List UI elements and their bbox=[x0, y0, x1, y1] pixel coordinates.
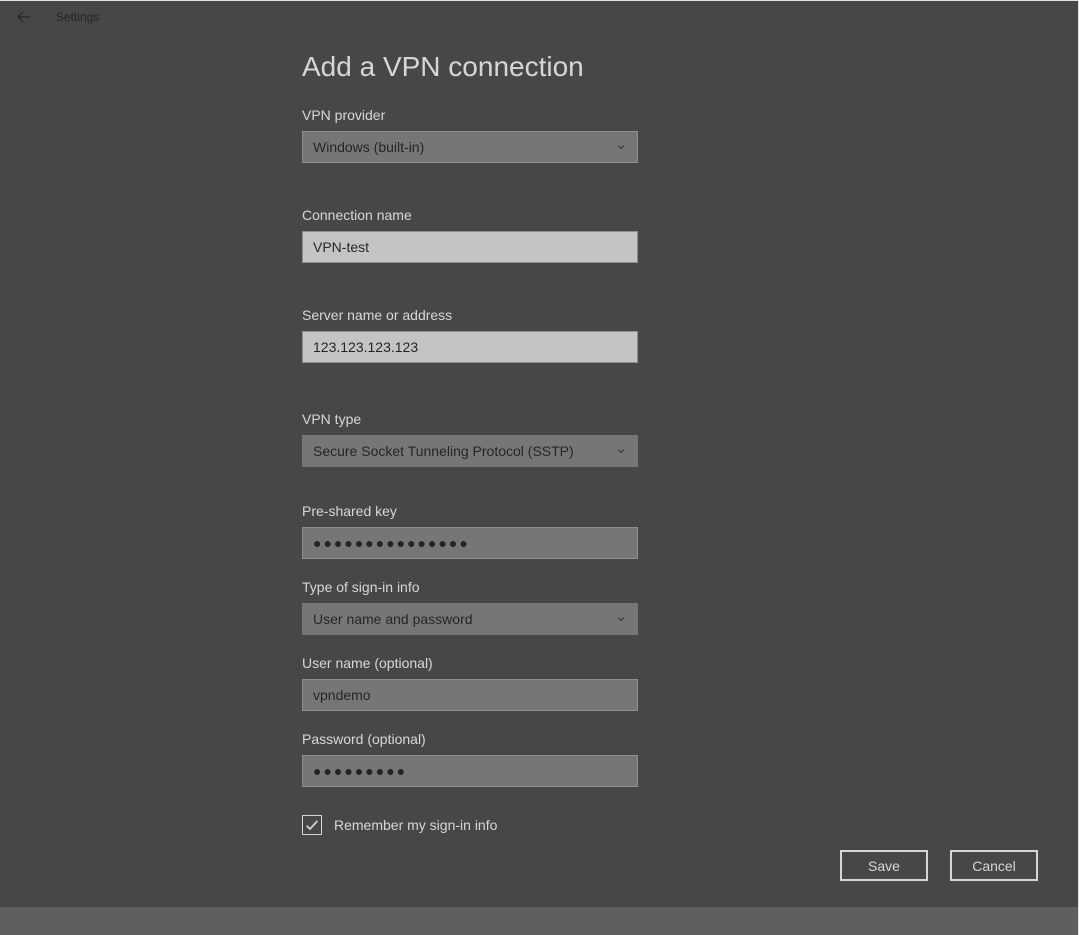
remember-signin-row: Remember my sign-in info bbox=[302, 815, 1038, 835]
field-signin-type: Type of sign-in info User name and passw… bbox=[302, 579, 1038, 635]
preshared-key-label: Pre-shared key bbox=[302, 503, 1038, 519]
username-input[interactable]: vpndemo bbox=[302, 679, 638, 711]
field-connection-name: Connection name VPN-test bbox=[302, 207, 1038, 263]
field-username: User name (optional) vpndemo bbox=[302, 655, 1038, 711]
dialog-buttons: Save Cancel bbox=[840, 850, 1038, 881]
titlebar: Settings bbox=[0, 1, 1078, 33]
password-input[interactable]: ●●●●●●●●● bbox=[302, 755, 638, 787]
username-label: User name (optional) bbox=[302, 655, 1038, 671]
cancel-button[interactable]: Cancel bbox=[950, 850, 1038, 881]
connection-name-input[interactable]: VPN-test bbox=[302, 231, 638, 263]
password-label: Password (optional) bbox=[302, 731, 1038, 747]
arrow-left-icon bbox=[15, 8, 33, 26]
dialog-content: Add a VPN connection VPN provider Window… bbox=[0, 33, 1078, 935]
vpn-provider-select[interactable]: Windows (built-in) bbox=[302, 131, 638, 163]
server-address-label: Server name or address bbox=[302, 307, 1038, 323]
remember-signin-checkbox[interactable] bbox=[302, 815, 322, 835]
chevron-down-icon bbox=[615, 613, 627, 625]
field-password: Password (optional) ●●●●●●●●● bbox=[302, 731, 1038, 787]
vpn-type-value: Secure Socket Tunneling Protocol (SSTP) bbox=[313, 443, 574, 459]
field-preshared-key: Pre-shared key ●●●●●●●●●●●●●●● bbox=[302, 503, 1038, 559]
vpn-type-label: VPN type bbox=[302, 411, 1038, 427]
field-vpn-type: VPN type Secure Socket Tunneling Protoco… bbox=[302, 411, 1038, 467]
chevron-down-icon bbox=[615, 445, 627, 457]
save-button[interactable]: Save bbox=[840, 850, 928, 881]
signin-type-select[interactable]: User name and password bbox=[302, 603, 638, 635]
password-mask: ●●●●●●●●● bbox=[313, 763, 407, 779]
settings-window: Settings Add a VPN connection VPN provid… bbox=[0, 0, 1079, 935]
connection-name-value: VPN-test bbox=[313, 239, 369, 255]
vpn-type-select[interactable]: Secure Socket Tunneling Protocol (SSTP) bbox=[302, 435, 638, 467]
save-button-label: Save bbox=[868, 858, 900, 874]
preshared-key-input[interactable]: ●●●●●●●●●●●●●●● bbox=[302, 527, 638, 559]
page-title: Add a VPN connection bbox=[302, 51, 1038, 83]
field-server-address: Server name or address 123.123.123.123 bbox=[302, 307, 1038, 363]
username-value: vpndemo bbox=[313, 687, 371, 703]
back-button[interactable] bbox=[8, 1, 40, 33]
vpn-provider-label: VPN provider bbox=[302, 107, 1038, 123]
window-title: Settings bbox=[56, 10, 99, 24]
server-address-input[interactable]: 123.123.123.123 bbox=[302, 331, 638, 363]
field-vpn-provider: VPN provider Windows (built-in) bbox=[302, 107, 1038, 163]
signin-type-value: User name and password bbox=[313, 611, 473, 627]
signin-type-label: Type of sign-in info bbox=[302, 579, 1038, 595]
vpn-provider-value: Windows (built-in) bbox=[313, 139, 424, 155]
connection-name-label: Connection name bbox=[302, 207, 1038, 223]
server-address-value: 123.123.123.123 bbox=[313, 339, 418, 355]
remember-signin-label: Remember my sign-in info bbox=[334, 817, 497, 833]
preshared-key-mask: ●●●●●●●●●●●●●●● bbox=[313, 535, 470, 551]
cancel-button-label: Cancel bbox=[972, 858, 1016, 874]
checkmark-icon bbox=[304, 817, 320, 833]
chevron-down-icon bbox=[615, 141, 627, 153]
